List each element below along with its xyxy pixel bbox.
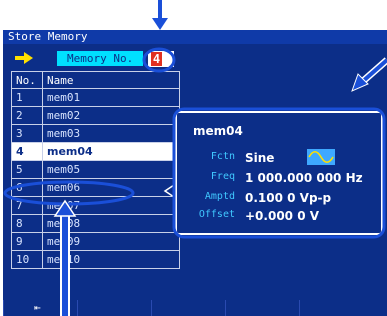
annotation-arrow-up	[53, 199, 77, 316]
annotation-rect-panel	[172, 107, 386, 239]
annotation-ellipse-memno	[142, 47, 176, 73]
annotation-overlay	[3, 47, 387, 316]
annotation-ellipse-row	[3, 180, 135, 206]
annotation-arrow-diagonal	[351, 57, 387, 92]
